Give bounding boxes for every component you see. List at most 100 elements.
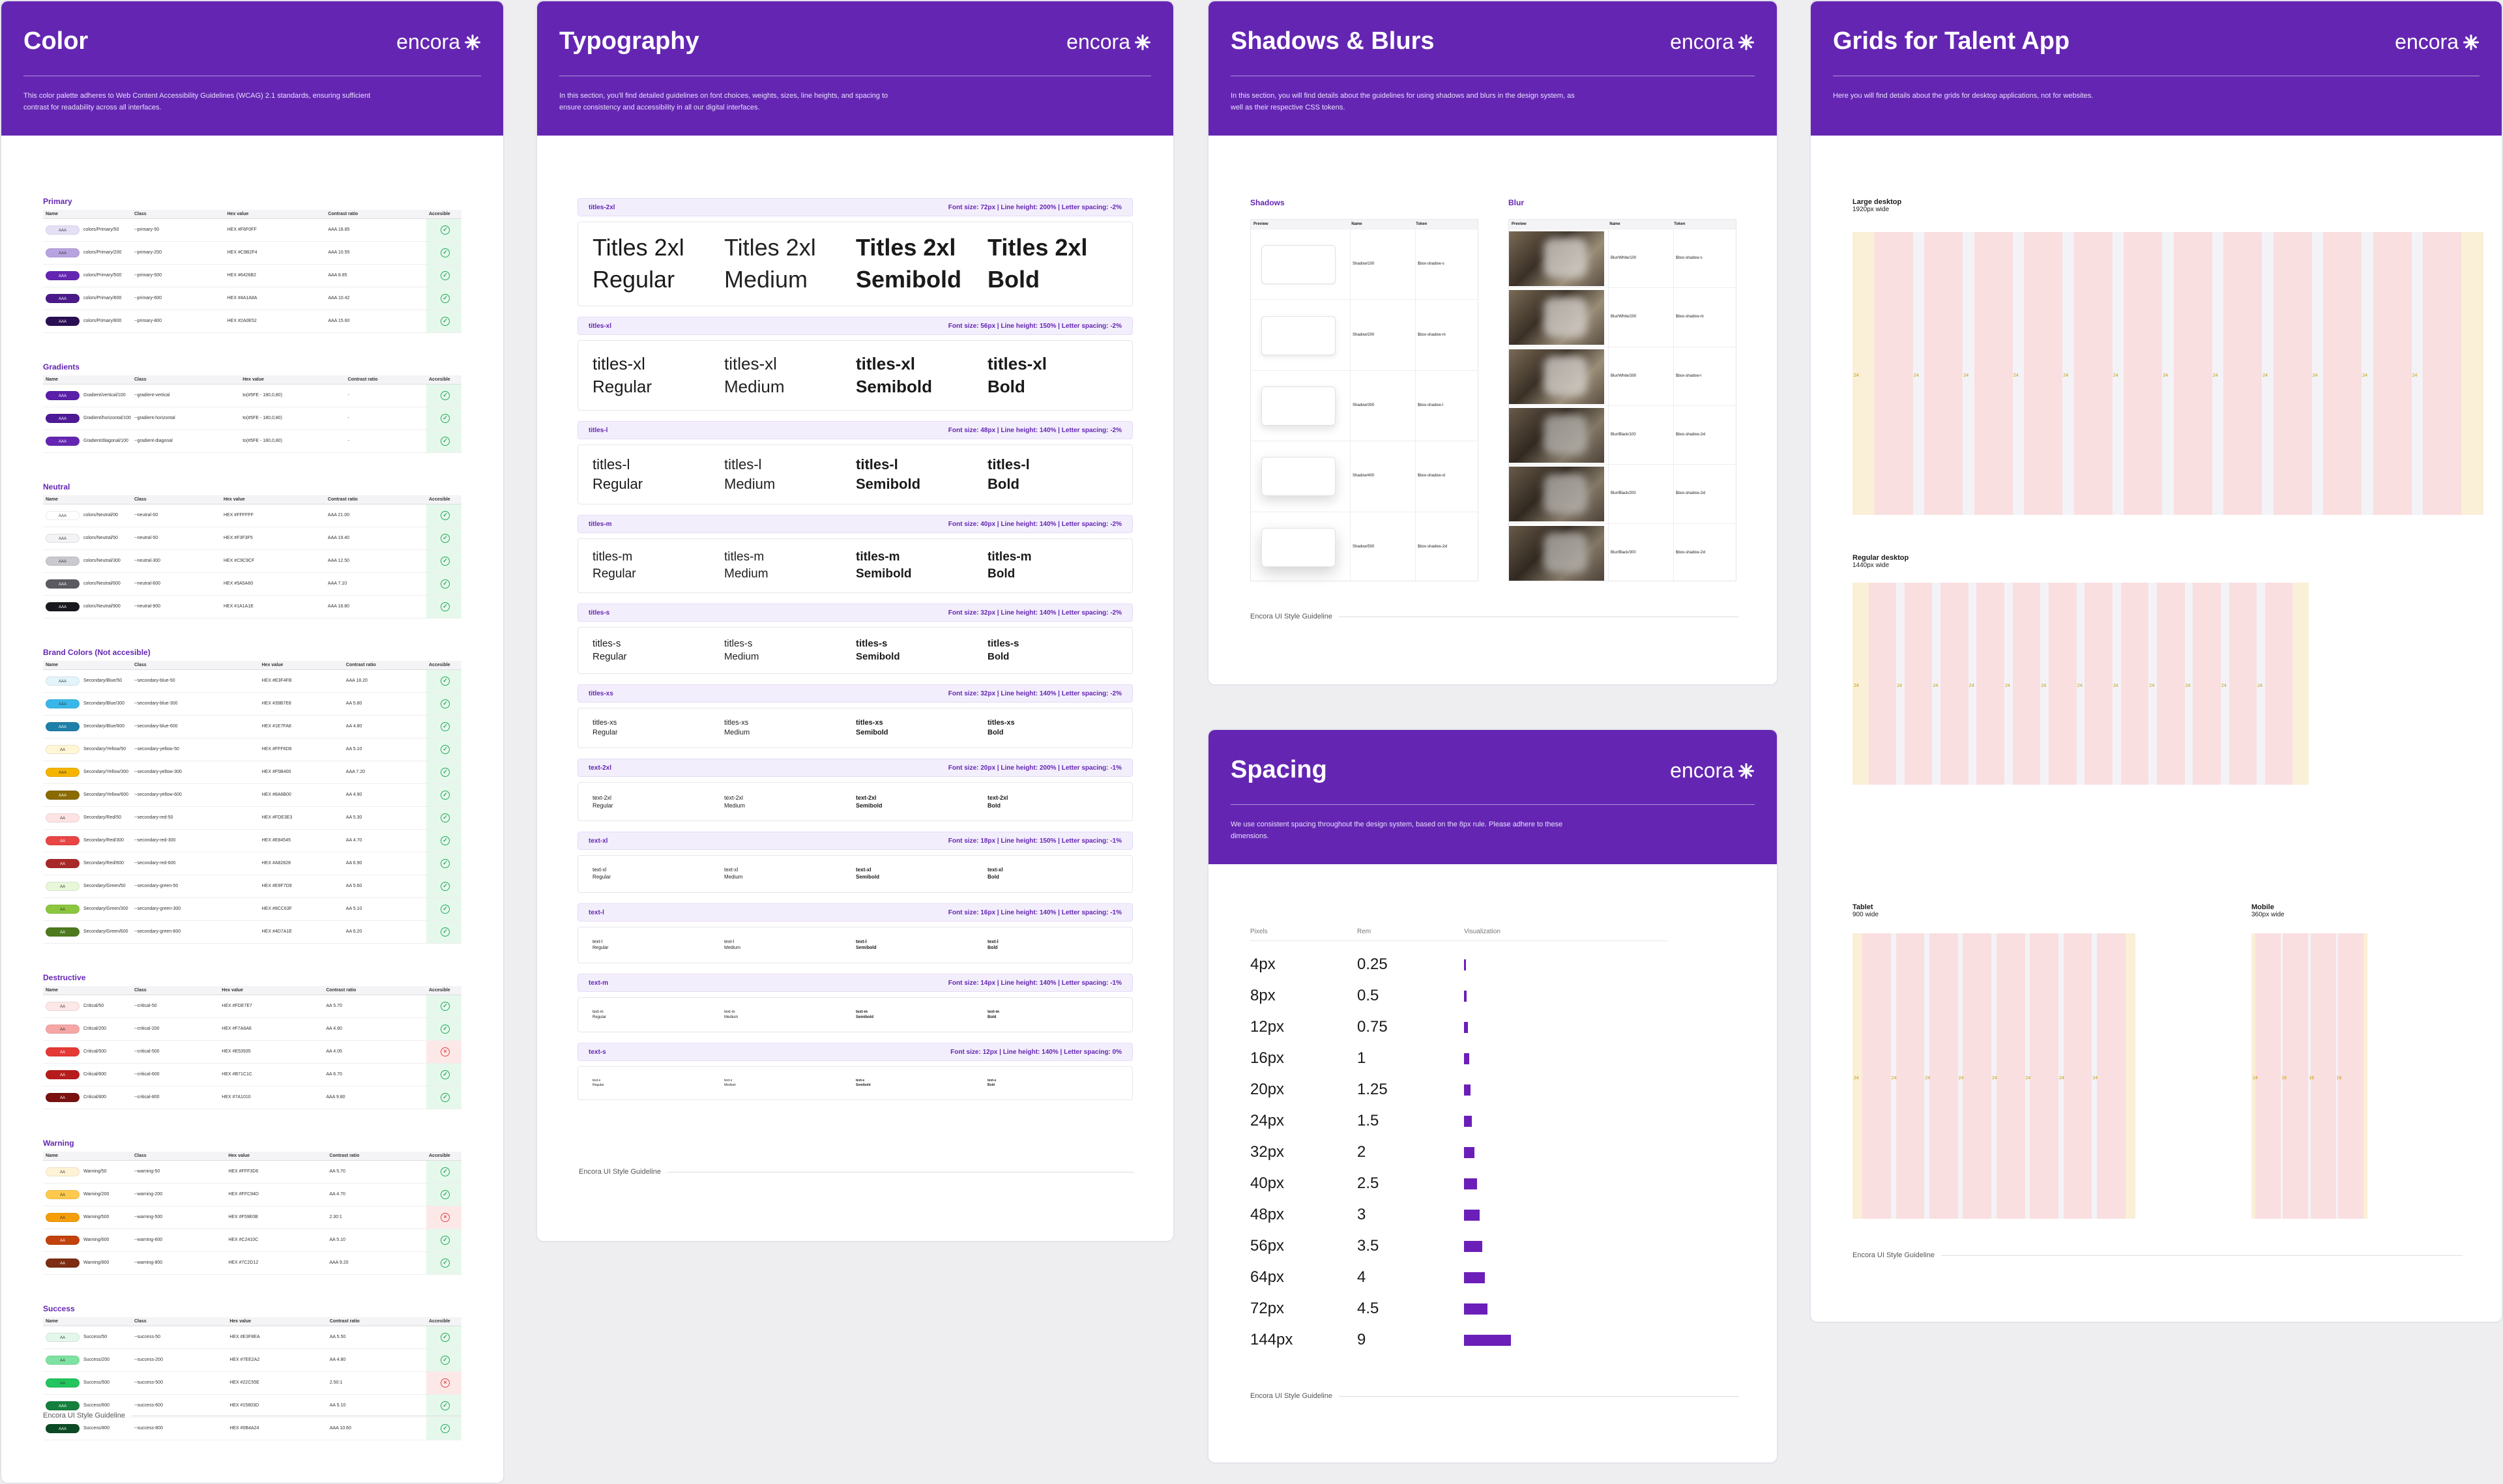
contrast-ratio: AA 4.05 [323,1040,426,1064]
color-class: --secondary-green-50 [132,875,259,898]
type-style-header: titles-2xl Font size: 72px | Line height:… [578,198,1133,216]
spacing-bar [1464,1053,1469,1064]
asterisk-icon [1135,34,1150,50]
blur-preview [1509,408,1604,463]
table-row: AA Critical/500 --critical-500 HEX #E5393… [43,1040,461,1064]
color-name: Secondary/Yellow/600 [83,793,129,798]
color-class: --gradient-diagonal [132,429,241,453]
color-swatch: AAA [46,225,80,235]
check-icon: ✓ [441,1401,450,1410]
color-class: --warning-200 [132,1183,226,1206]
gutter-label: 24 [1933,684,1939,688]
token-value: $box-shadow-s [1676,256,1703,261]
type-sample: text-s Regular [593,1079,604,1087]
spacing-row: 64px 4 [1250,1262,1485,1293]
check-icon: ✓ [441,390,450,400]
color-hex: to(#5FE - 180,0,80) [240,407,345,430]
color-name: Critical/50 [83,1004,104,1009]
color-class: --success-200 [132,1348,227,1372]
column-header: Name [43,661,132,670]
grid-column [2012,583,2041,785]
column-header: Class [132,495,221,504]
column-header: Hex value [227,1317,327,1326]
color-table: Name Class Hex value Contrast ratio Accesibl… [43,1317,461,1440]
contrast-ratio: AA 4.70 [327,1183,426,1206]
table-row: AAA Gradient/horizontal/100 --gradient-ho… [43,407,461,430]
grid-label: Tablet 900 wide [1852,903,1879,918]
gutter-label: 24 [2077,684,2083,688]
grid-column [2063,933,2092,1219]
spacing-bar [1464,990,1467,1002]
table-row: AA Secondary/Green/50 --secondary-green-5… [43,875,461,898]
type-sample: titles-l Medium [724,456,776,492]
table-row: AAA Gradient/diagonal/100 --gradient-diag… [43,429,461,453]
table-row: Blur/Black/200 $box-shadow-2xl [1509,464,1736,523]
grid-column [1996,933,2025,1219]
color-swatch: AA [46,813,80,822]
type-sample: titles-s Medium [724,637,759,662]
color-class: --secondary-blue-50 [132,669,259,693]
color-swatch: AAA [46,602,80,611]
table-row: AA Success/200 --success-200 HEX #7EE2A2 … [43,1348,461,1372]
color-class: --success-50 [132,1326,227,1349]
grid-column [2030,933,2058,1219]
grid-column [1974,232,2013,515]
shadow-preview [1261,245,1336,285]
table-row: AAA Secondary/Blue/300 --secondary-blue-3… [43,692,461,716]
table-row: AAA colors/Primary/800 --primary-800 HEX … [43,310,461,333]
spacing-row: 4px 0.25 [1250,949,1466,980]
gutter-label: 24 [1854,684,1859,688]
contrast-ratio: AAA 19.40 [325,527,426,550]
type-style: titles-l Font size: 48px | Line height: 1… [578,421,1133,504]
grid-column [1976,583,2005,785]
color-class: --critical-200 [132,1017,220,1041]
blur-preview [1509,525,1604,581]
gutter-label: 24 [1958,1076,1964,1081]
color-name: colors/Neutral/600 [83,581,121,587]
type-sample: text-xl Semibold [856,867,880,880]
gutter-label: 24 [1891,1076,1897,1081]
gutter-label: 24 [1854,1076,1859,1081]
contrast-ratio: 2.30:1 [327,1206,426,1229]
type-sample: titles-xl Semibold [856,353,933,396]
spacing-rem: 0.25 [1357,955,1388,973]
table-row: AA Secondary/Green/300 --secondary-green-… [43,897,461,921]
grid-column [2323,232,2362,515]
accessible-cell: ✓ [426,692,461,716]
color-swatch: AA [46,1332,80,1342]
color-name: Secondary/Green/300 [83,907,128,912]
check-icon: ✓ [441,556,450,566]
column-header: Name [43,495,132,504]
color-class: --neutral-600 [132,572,221,596]
table-row: AAA colors/Primary/600 --primary-600 HEX … [43,287,461,310]
gutter-label: 24 [1963,373,1969,378]
grid-column [2124,232,2163,515]
type-sample: titles-l Semibold [856,456,921,492]
color-swatch: AA [46,836,80,845]
color-hex: HEX #7A1010 [219,1086,324,1109]
color-class: --secondary-red-600 [132,852,259,875]
check-icon: ✓ [441,1355,450,1365]
section-title: Brand Colors (Not accesible) [43,648,151,657]
type-style: titles-xs Font size: 32px | Line height: … [578,684,1133,748]
spacing-bar [1464,1272,1485,1283]
contrast-ratio: AA 5.80 [343,692,426,716]
page-title: Grids for Talent App [1833,27,2070,55]
type-sample-row: text-2xl Regular text-2xl Medium text-2xl Sem… [578,782,1133,821]
accessible-cell: ✓ [426,852,461,875]
table-row: AAA Secondary/Blue/50 --secondary-blue-50… [43,669,461,693]
token-name: Shadow/500 [1353,544,1375,549]
color-swatch: AA [46,927,80,937]
color-hex: HEX #F3F3F5 [220,527,325,550]
grid-column [1874,232,1913,515]
spacing-px: 4px [1250,955,1276,973]
type-sample: text-s Medium [724,1079,736,1087]
color-hex: HEX #F7A6A6 [219,1017,324,1041]
check-icon: ✓ [441,270,450,280]
footer: Encora UI Style Guideline [1852,1251,2463,1259]
token-name: Shadow/400 [1353,474,1375,478]
color-swatch: AAA [46,293,80,303]
spacing-rem: 9 [1357,1331,1366,1348]
color-hex: HEX #4A1A8A [224,287,326,310]
table-row: AAA colors/Neutral/900 --neutral-900 HEX … [43,595,461,618]
